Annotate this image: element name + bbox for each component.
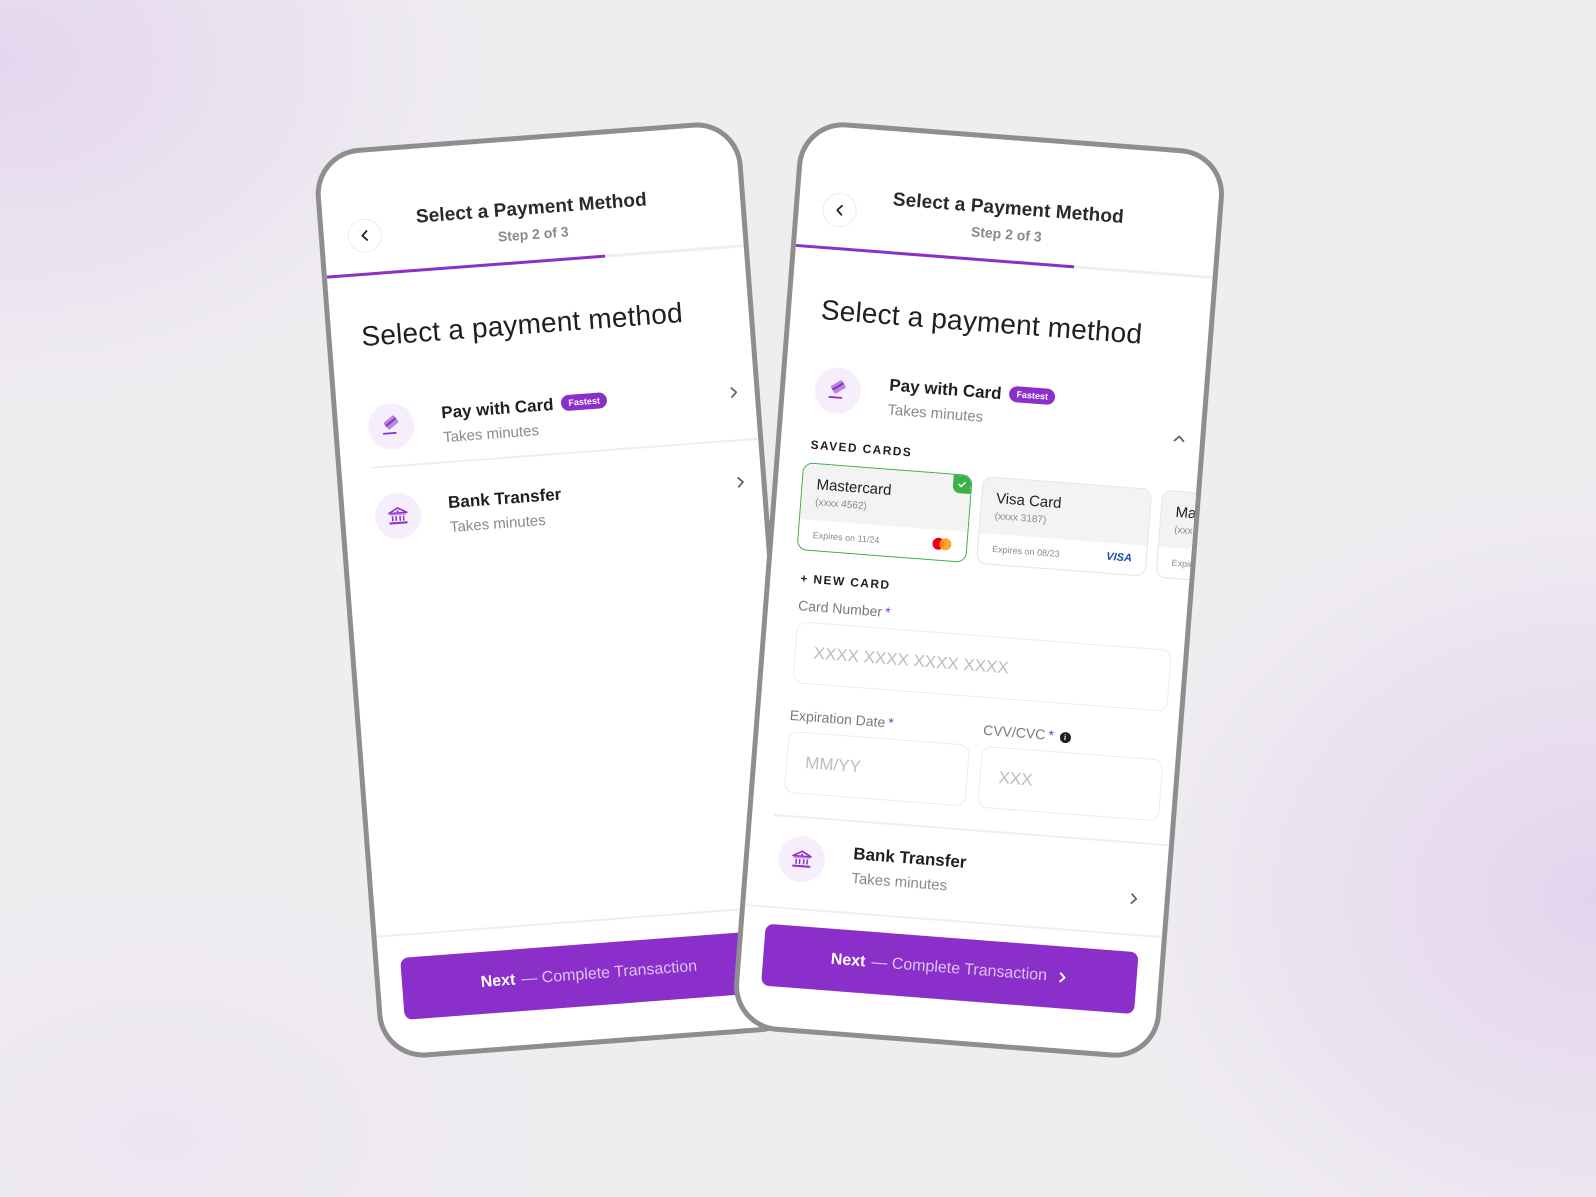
card-icon bbox=[828, 380, 846, 399]
saved-cards-carousel[interactable]: Mastercard (xxxx 4562) Expires on 11/24 … bbox=[796, 462, 1228, 591]
method-title: Bank Transfer bbox=[852, 844, 968, 872]
next-complete-transaction-button[interactable]: Next — Complete Transaction bbox=[761, 923, 1139, 1015]
saved-card-expiry: Expires on 08/23 bbox=[991, 543, 1060, 560]
header: Select a Payment Method Step 2 of 3 bbox=[796, 124, 1222, 276]
cta-rest-label: — Complete Transaction bbox=[870, 953, 1048, 985]
selected-check-badge bbox=[952, 474, 972, 495]
chevron-up-icon[interactable] bbox=[1172, 431, 1187, 446]
saved-card-expiry: Expires... bbox=[1171, 557, 1210, 571]
fastest-badge: Fastest bbox=[560, 391, 608, 412]
method-title-text: Pay with Card bbox=[440, 394, 555, 423]
method-subtitle: Takes minutes bbox=[850, 870, 948, 895]
bank-icon bbox=[792, 850, 812, 868]
saved-card-visa-3187[interactable]: Visa Card (xxxx 3187) Expires on 08/23 V… bbox=[976, 475, 1153, 577]
page-heading: Select a payment method bbox=[360, 297, 684, 353]
cvv-input[interactable] bbox=[977, 745, 1164, 822]
card-icon-circle bbox=[813, 365, 863, 416]
method-title: Pay with Card Fastest bbox=[441, 391, 608, 423]
method-subtitle: Takes minutes bbox=[886, 401, 984, 426]
cta-bold-label: Next bbox=[830, 950, 867, 971]
chevron-right-icon[interactable] bbox=[726, 385, 741, 400]
card-icon bbox=[382, 415, 399, 435]
header: Select a Payment Method Step 2 of 3 bbox=[318, 125, 744, 276]
card-number-input[interactable] bbox=[792, 621, 1172, 712]
fastest-badge: Fastest bbox=[1008, 385, 1056, 406]
method-title-text: Pay with Card bbox=[888, 375, 1003, 404]
card-number-label-text: Card Number bbox=[797, 597, 883, 620]
card-icon-circle bbox=[366, 401, 416, 451]
info-icon[interactable]: i bbox=[1059, 731, 1072, 744]
required-asterisk: * bbox=[887, 714, 895, 731]
bank-icon-circle bbox=[373, 491, 423, 541]
cta-bold-label: Next bbox=[480, 971, 517, 992]
saved-card-mastercard-partial[interactable]: Mastercard (xxxx 4... Expires... bbox=[1155, 489, 1228, 591]
saved-card-expiry: Expires on 11/24 bbox=[812, 530, 880, 546]
method-subtitle: Takes minutes bbox=[449, 511, 547, 537]
check-icon bbox=[958, 481, 966, 488]
chevron-right-icon bbox=[1059, 972, 1066, 983]
mastercard-logo-icon bbox=[931, 537, 953, 551]
expiration-date-label: Expiration Date * bbox=[789, 707, 894, 731]
bank-icon-circle bbox=[777, 834, 827, 884]
visa-logo-icon: VISA bbox=[1105, 550, 1133, 565]
method-bank-transfer[interactable]: Bank Transfer Takes minutes bbox=[775, 834, 1153, 933]
required-asterisk: * bbox=[884, 603, 892, 621]
cvv-label: CVV/CVC * i bbox=[983, 722, 1072, 745]
expiration-date-label-text: Expiration Date bbox=[789, 706, 886, 731]
phone-screen-expanded: Select a Payment Method Step 2 of 3 Sele… bbox=[730, 118, 1228, 1062]
phone-screen-collapsed: Select a Payment Method Step 2 of 3 Sele… bbox=[312, 119, 808, 1061]
method-title: Bank Transfer bbox=[447, 484, 562, 513]
bank-icon bbox=[387, 507, 408, 525]
chevron-right-icon[interactable] bbox=[733, 475, 748, 490]
method-pay-with-card[interactable]: Pay with Card Fastest Takes minutes bbox=[366, 377, 745, 475]
saved-card-mastercard-4562[interactable]: Mastercard (xxxx 4562) Expires on 11/24 bbox=[796, 462, 973, 563]
required-asterisk: * bbox=[1047, 726, 1055, 744]
page-heading: Select a payment method bbox=[819, 294, 1144, 350]
cta-rest-label: — Complete Transaction bbox=[520, 957, 698, 988]
cvv-label-text: CVV/CVC bbox=[982, 721, 1046, 743]
new-card-label[interactable]: + NEW CARD bbox=[800, 571, 891, 592]
chevron-right-icon[interactable] bbox=[1126, 891, 1141, 906]
method-bank-transfer[interactable]: Bank Transfer Takes minutes bbox=[373, 467, 751, 565]
card-number-label: Card Number * bbox=[798, 597, 891, 620]
next-complete-transaction-button[interactable]: Next — Complete Transaction bbox=[400, 929, 778, 1020]
saved-card-top bbox=[1158, 490, 1228, 560]
method-subtitle: Takes minutes bbox=[442, 422, 540, 447]
expiration-date-input[interactable] bbox=[783, 730, 971, 807]
